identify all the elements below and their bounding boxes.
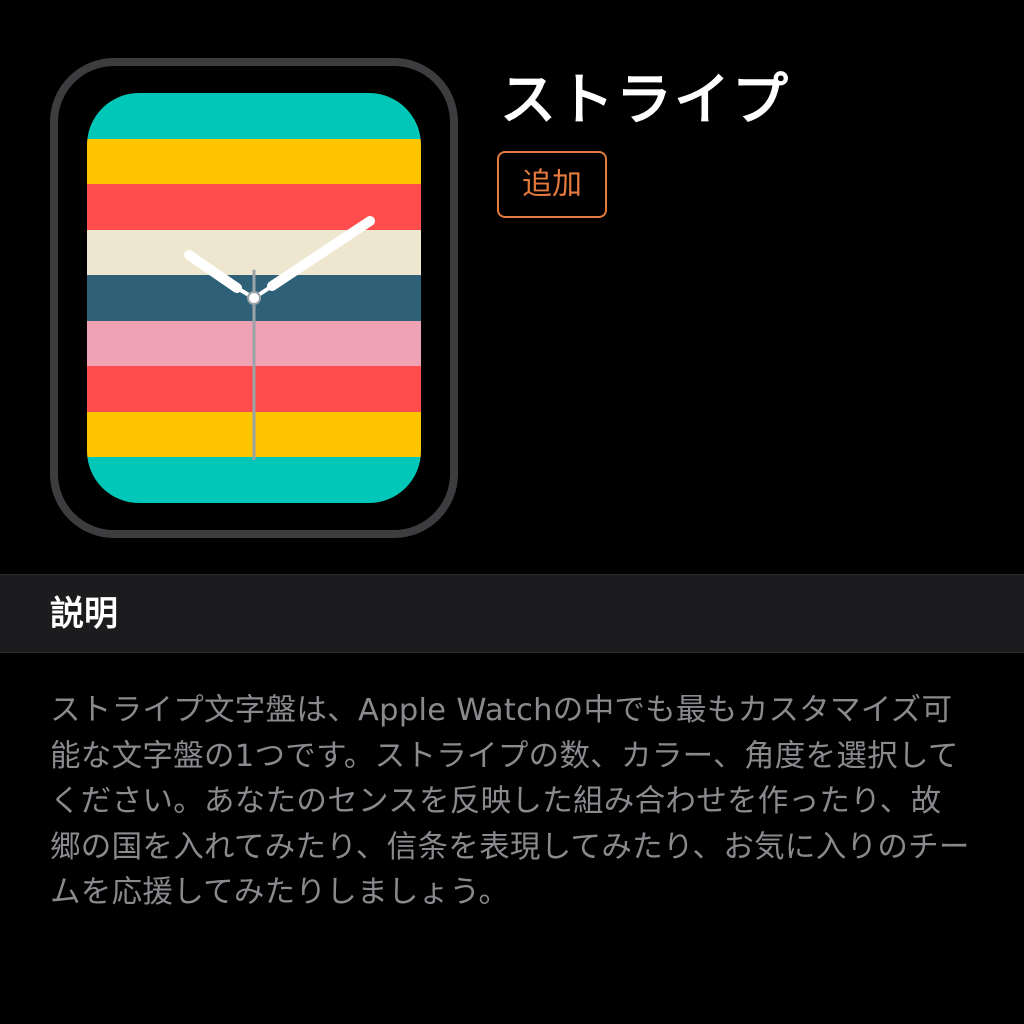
section-title: 説明 [50, 594, 118, 634]
page-title: ストライプ [500, 68, 790, 133]
hour-hand [184, 250, 256, 300]
watch-face-preview [87, 93, 421, 503]
watch-face-detail-page: ストライプ 追加 説明 ストライプ文字盤は、Apple Watchの中でも最もカ… [0, 0, 1024, 1024]
description-text: ストライプ文字盤は、Apple Watchの中でも最もカスタマイズ可能な文字盤の… [50, 693, 970, 910]
add-button[interactable]: 追加 [497, 151, 607, 218]
section-header: 説明 [0, 574, 1024, 653]
minute-hand [252, 216, 375, 300]
center-cap [247, 291, 261, 305]
clock-hands [184, 216, 375, 461]
